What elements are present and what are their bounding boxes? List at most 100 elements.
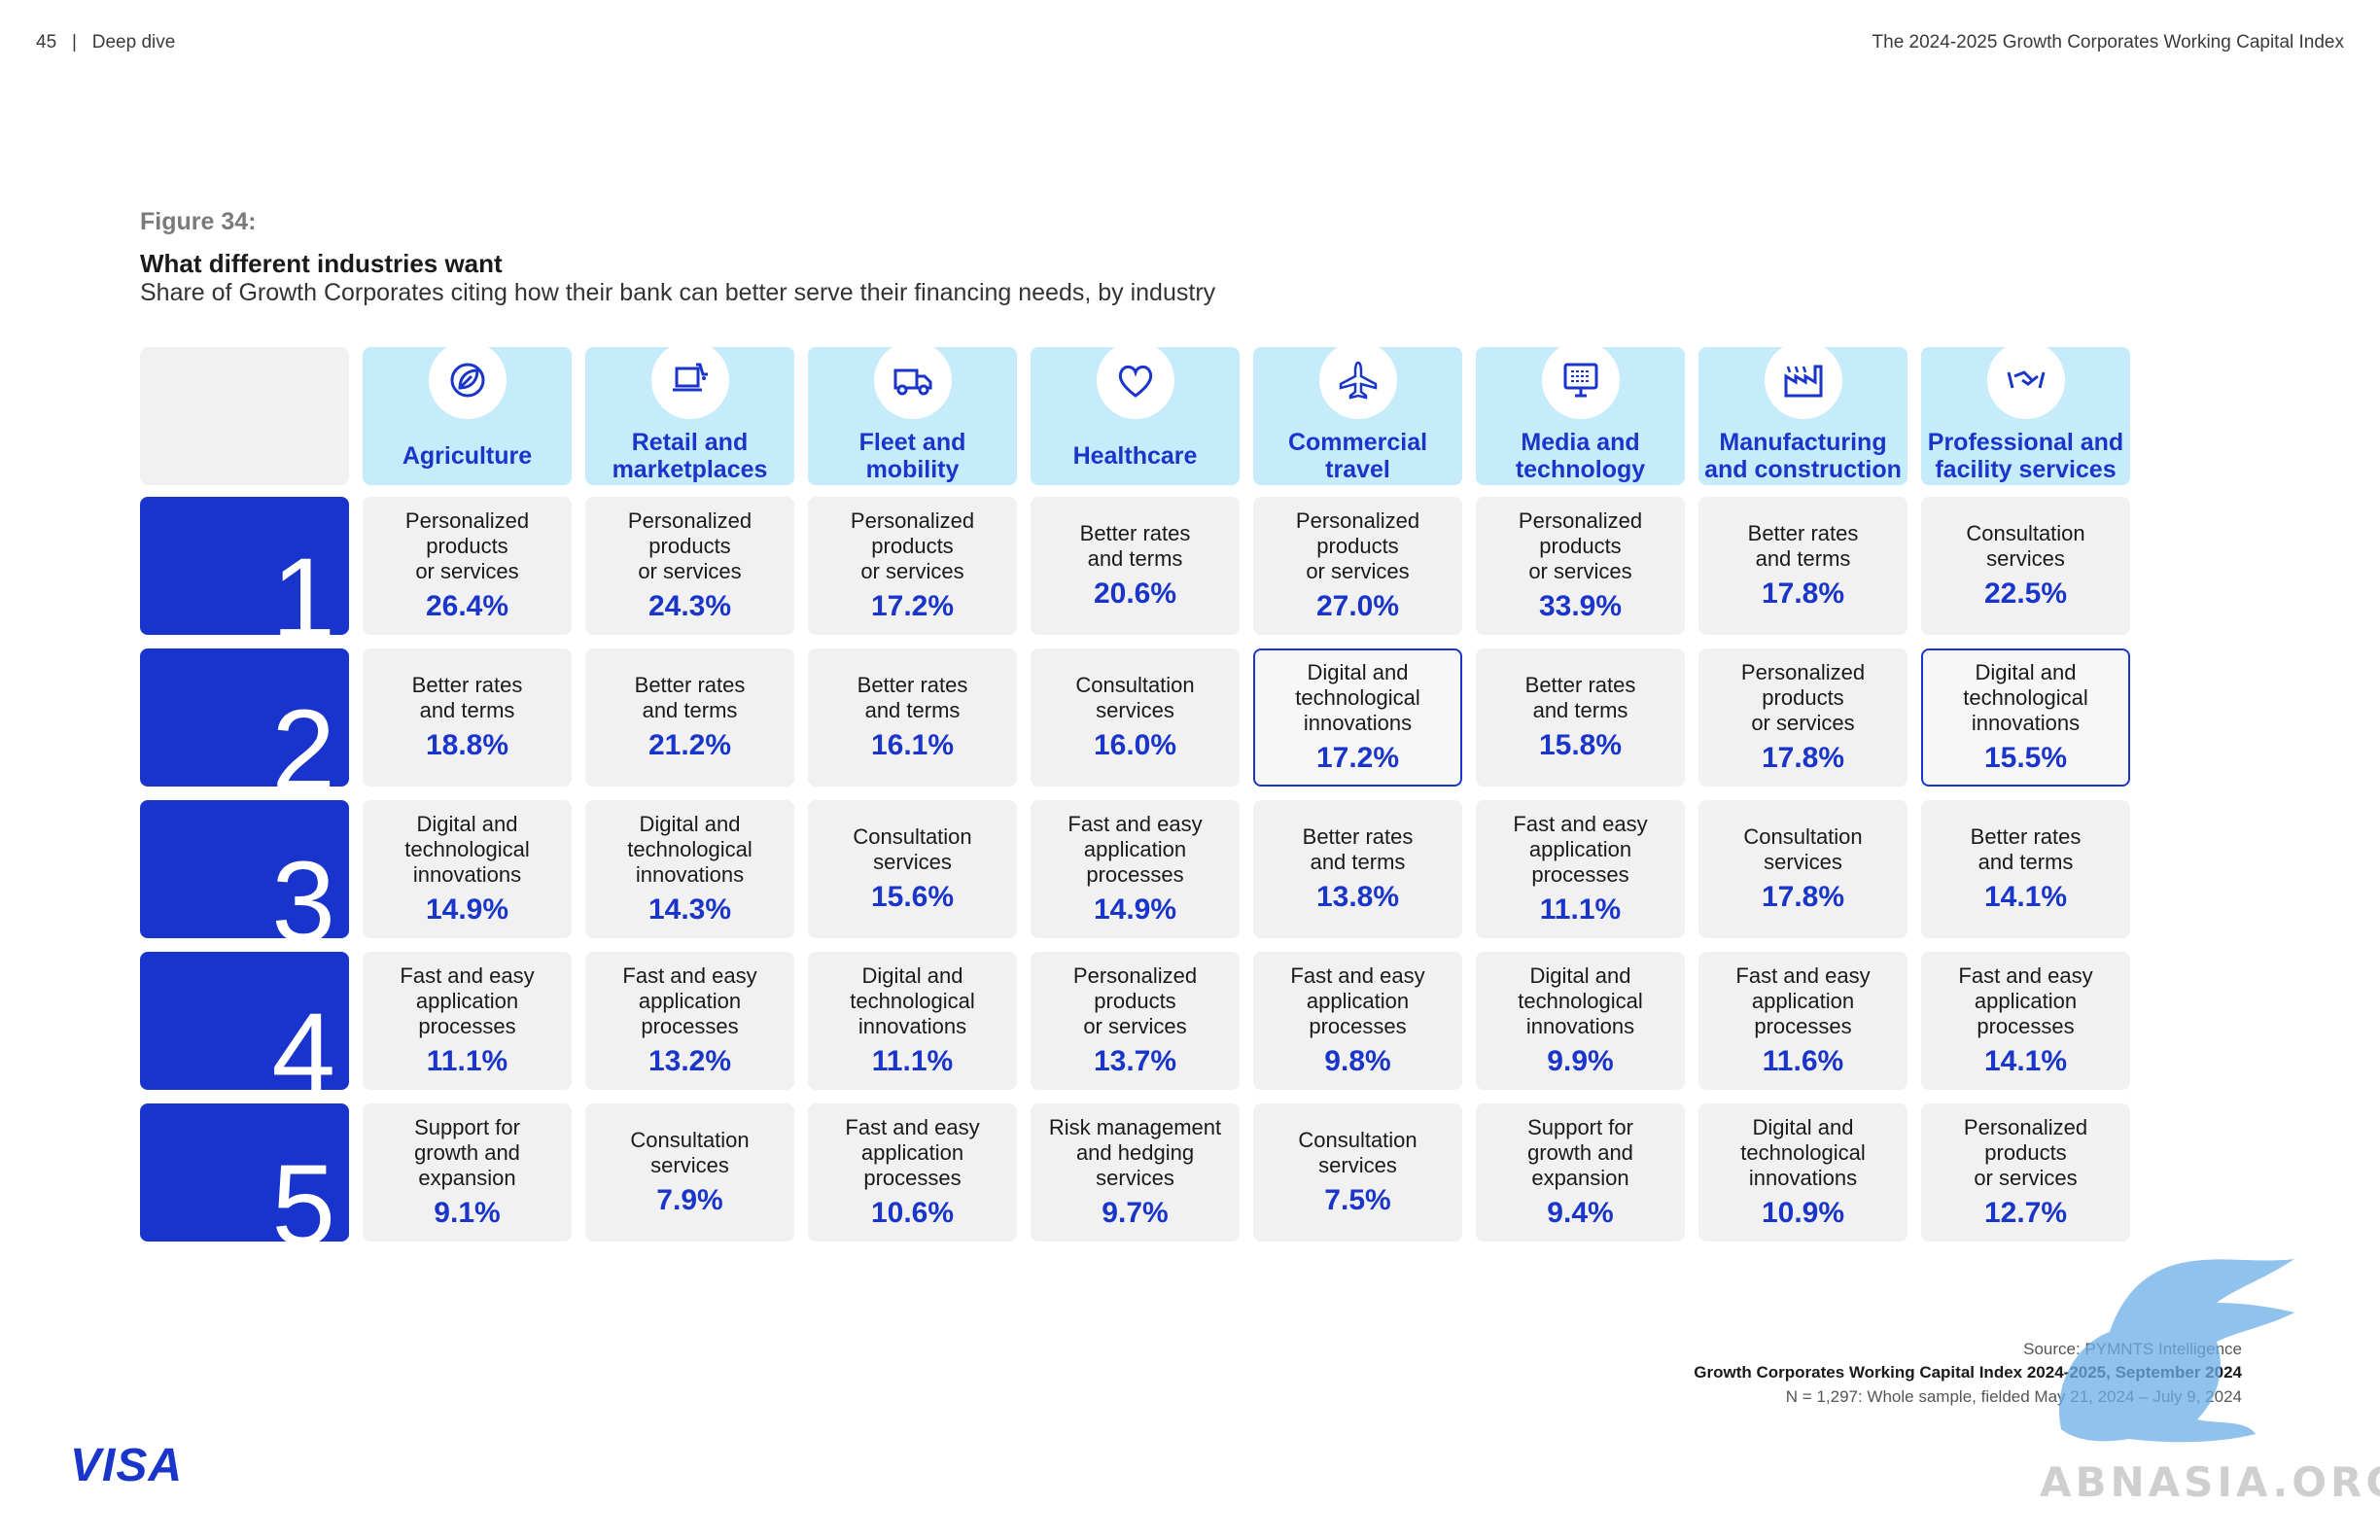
cell-value: 14.3%	[648, 893, 732, 926]
industry-header: Healthcare	[1031, 341, 1240, 485]
cell-label: Digital and technological innovations	[1295, 660, 1420, 735]
cell-label: Digital and technological innovations	[1963, 660, 2088, 735]
page-header-left: 45 | Deep dive	[36, 32, 175, 53]
cell-value: 14.9%	[1093, 893, 1177, 926]
cell-label: Personalized products or services	[1740, 660, 1866, 735]
cell-label: Risk management and hedging services	[1048, 1115, 1222, 1190]
table-cell: Fast and easy application processes 11.6%	[1698, 952, 1908, 1090]
cell-value: 14.9%	[425, 893, 509, 926]
rank-number: 5	[271, 1141, 335, 1242]
cell-label: Consultation services	[853, 824, 972, 874]
cell-value: 20.6%	[1093, 578, 1177, 610]
cell-label: Better rates and terms	[857, 673, 968, 722]
table-cell: Consultation services 16.0%	[1031, 648, 1240, 787]
cell-label: Digital and technological innovations	[404, 812, 530, 887]
handshake-icon	[1986, 341, 2065, 419]
rank-cell: 4	[140, 952, 349, 1090]
cell-label: Better rates and terms	[1302, 824, 1414, 874]
table-cell: Better rates and terms 13.8%	[1253, 800, 1462, 938]
cell-label: Personalized products or services	[1295, 508, 1420, 583]
industry-header: Fleet and mobility	[808, 341, 1017, 485]
industry-header: Professional and facility services	[1921, 341, 2130, 485]
table-cell: Consultation services 7.5%	[1253, 1103, 1462, 1242]
cell-value: 24.3%	[648, 590, 732, 622]
cell-value: 9.9%	[1547, 1045, 1614, 1077]
rank-cell: 1	[140, 497, 349, 635]
page-number: 45	[36, 32, 57, 52]
cell-value: 7.9%	[656, 1184, 723, 1216]
rank-cell: 2	[140, 648, 349, 787]
industry-ranking-table: 1 2 3 4 5 Agriculture Personalized products or…	[140, 341, 2250, 1300]
table-cell: Personalized products or services 17.2%	[808, 497, 1017, 635]
table-cell: Fast and easy application processes 9.8%	[1253, 952, 1462, 1090]
table-cell: Better rates and terms 18.8%	[363, 648, 572, 787]
cell-value: 13.7%	[1093, 1045, 1177, 1077]
cell-label: Personalized products or services	[1072, 963, 1198, 1038]
cell-value: 13.8%	[1315, 881, 1400, 913]
table-cell: Digital and technological innovations 14.…	[363, 800, 572, 938]
industry-header: Media and technology	[1476, 341, 1685, 485]
industry-name: Agriculture	[402, 442, 533, 470]
table-cell: Fast and easy application processes 10.6%	[808, 1103, 1017, 1242]
table-cell: Consultation services 15.6%	[808, 800, 1017, 938]
cell-value: 17.8%	[1761, 881, 1845, 913]
table-cell: Support for growth and expansion 9.1%	[363, 1103, 572, 1242]
table-cell: Fast and easy application processes 14.1%	[1921, 952, 2130, 1090]
cell-value: 10.6%	[870, 1197, 955, 1229]
table-cell: Personalized products or services 27.0%	[1253, 497, 1462, 635]
cell-label: Personalized products or services	[1963, 1115, 2088, 1190]
visa-logo: VISA	[70, 1440, 184, 1491]
rank-cell: 5	[140, 1103, 349, 1242]
cell-label: Fast and easy application processes	[1290, 963, 1425, 1038]
table-cell: Personalized products or services 24.3%	[585, 497, 794, 635]
industry-header: Commercial travel	[1253, 341, 1462, 485]
industry-header: Manufacturing and construction	[1698, 341, 1908, 485]
cell-value: 17.8%	[1761, 742, 1845, 774]
rank-cell: 3	[140, 800, 349, 938]
heart-icon	[1096, 341, 1174, 419]
cell-value: 22.5%	[1983, 578, 2068, 610]
cell-label: Better rates and terms	[1524, 673, 1636, 722]
industry-name: Retail and marketplaces	[612, 429, 768, 483]
cell-value: 27.0%	[1315, 590, 1400, 622]
cell-label: Fast and easy application processes	[400, 963, 535, 1038]
cell-value: 11.1%	[426, 1045, 508, 1077]
table-cell: Better rates and terms 21.2%	[585, 648, 794, 787]
table-cell: Digital and technological innovations 17.…	[1253, 648, 1462, 787]
cell-value: 17.8%	[1761, 578, 1845, 610]
cell-value: 11.6%	[1762, 1045, 1844, 1077]
table-cell: Better rates and terms 16.1%	[808, 648, 1017, 787]
industry-name: Media and technology	[1515, 429, 1646, 483]
cell-label: Better rates and terms	[1747, 521, 1859, 571]
table-cell: Fast and easy application processes 14.9%	[1031, 800, 1240, 938]
cell-label: Fast and easy application processes	[845, 1115, 980, 1190]
figure-subtitle: Share of Growth Corporates citing how th…	[140, 279, 1216, 306]
table-cell: Support for growth and expansion 9.4%	[1476, 1103, 1685, 1242]
cell-label: Digital and technological innovations	[627, 812, 752, 887]
cell-value: 9.4%	[1547, 1197, 1614, 1229]
cell-label: Personalized products or services	[627, 508, 752, 583]
rank-number: 4	[271, 990, 335, 1090]
cell-label: Support for growth and expansion	[414, 1115, 520, 1190]
table-corner	[140, 347, 349, 485]
cell-label: Better rates and terms	[634, 673, 746, 722]
cell-label: Better rates and terms	[1970, 824, 2082, 874]
cell-label: Fast and easy application processes	[1958, 963, 2093, 1038]
cell-value: 16.0%	[1093, 729, 1177, 761]
table-cell: Digital and technological innovations 11.…	[808, 952, 1017, 1090]
industry-name: Fleet and mobility	[858, 429, 966, 483]
table-cell: Fast and easy application processes 13.2%	[585, 952, 794, 1090]
cell-label: Consultation services	[1743, 824, 1863, 874]
watermark-text: ABNASIA.ORG	[2040, 1458, 2380, 1506]
table-cell: Better rates and terms 15.8%	[1476, 648, 1685, 787]
cell-value: 10.9%	[1761, 1197, 1845, 1229]
table-cell: Risk management and hedging services 9.7%	[1031, 1103, 1240, 1242]
industry-name: Manufacturing and construction	[1704, 429, 1902, 483]
cell-value: 18.8%	[425, 729, 509, 761]
cell-value: 17.2%	[870, 590, 955, 622]
table-cell: Personalized products or services 13.7%	[1031, 952, 1240, 1090]
cell-label: Consultation services	[1298, 1128, 1418, 1177]
cell-label: Better rates and terms	[411, 673, 523, 722]
cell-value: 33.9%	[1538, 590, 1623, 622]
cell-value: 11.1%	[1539, 893, 1622, 926]
